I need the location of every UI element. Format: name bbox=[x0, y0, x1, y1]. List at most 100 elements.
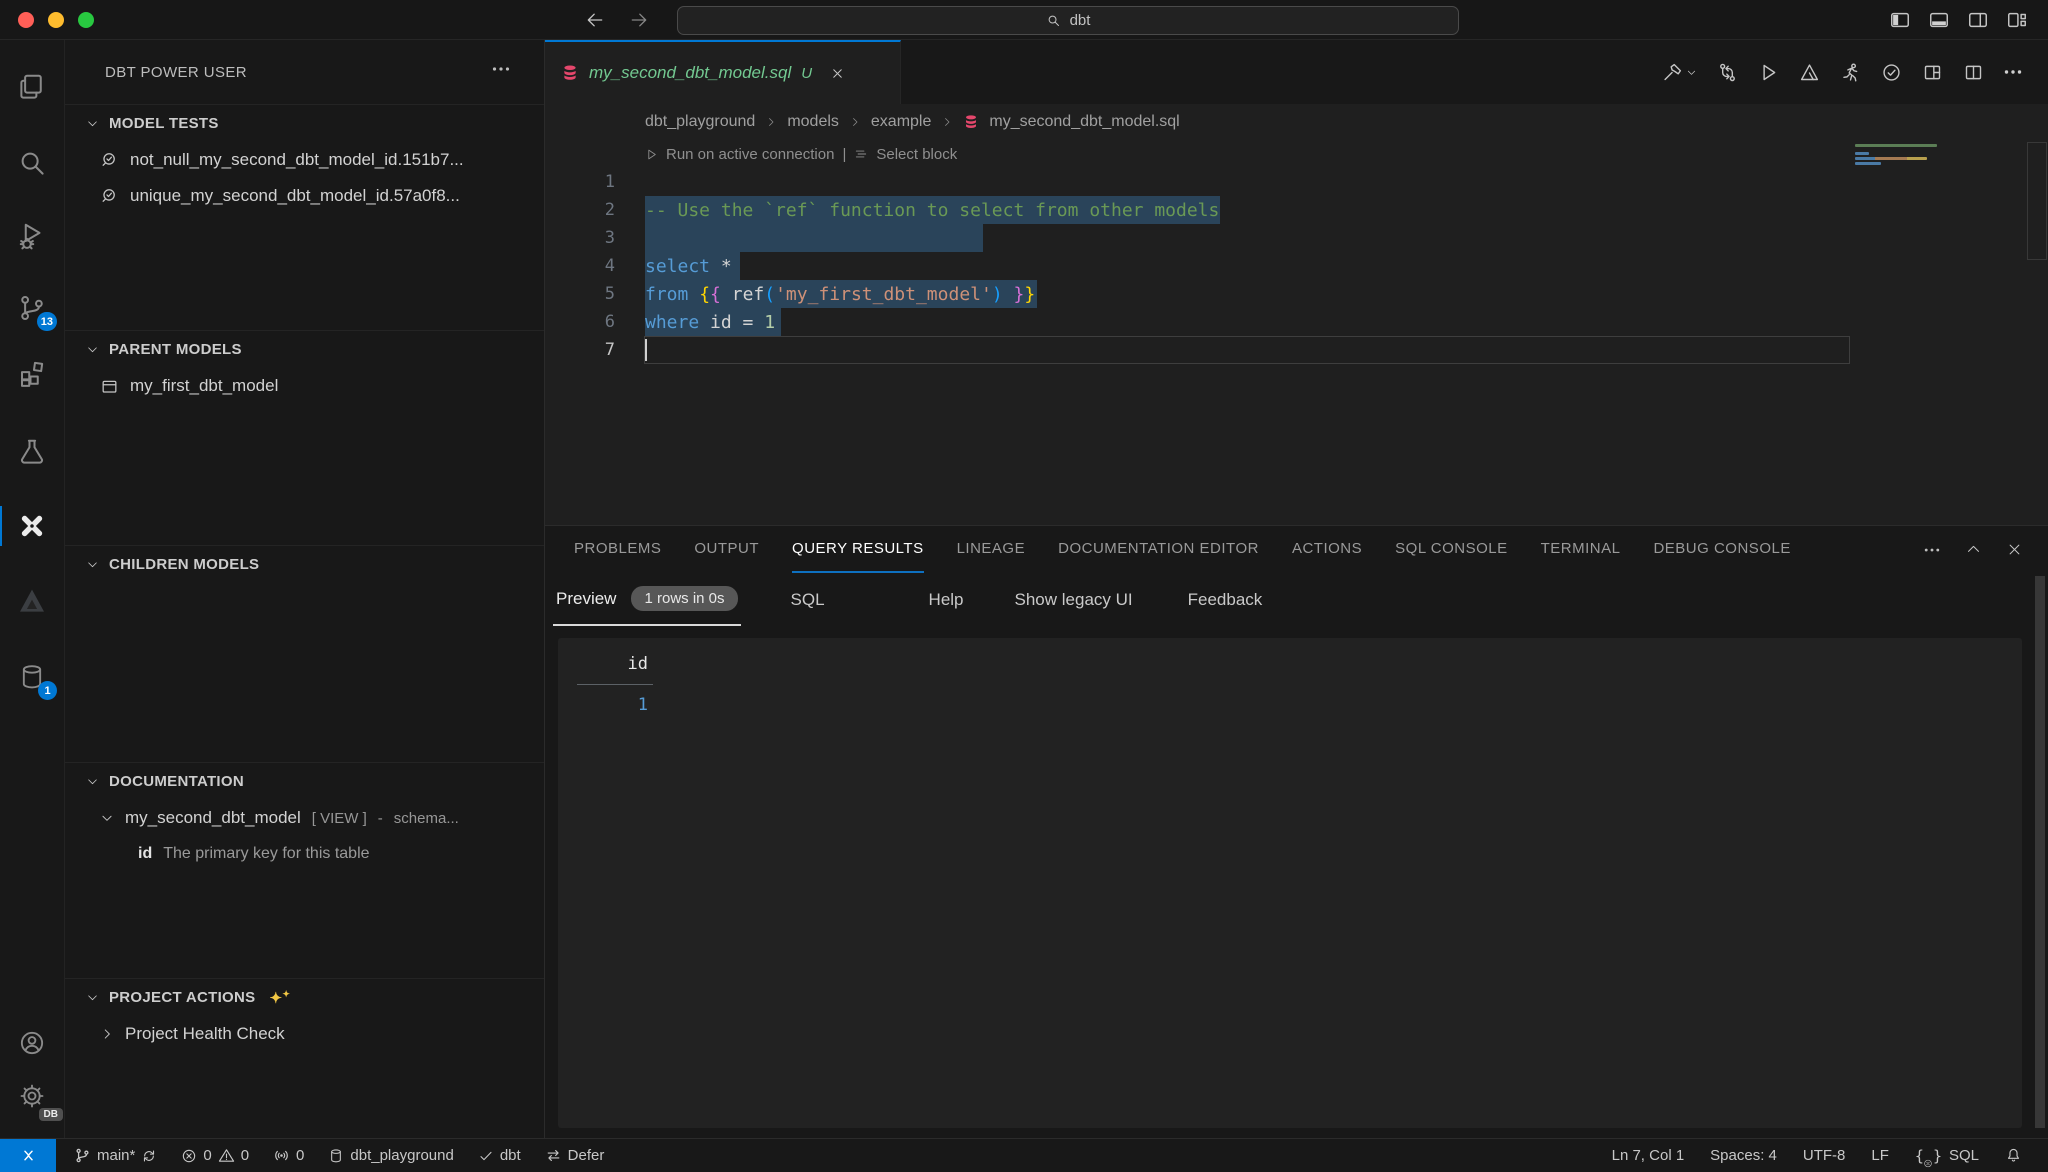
parent-model-item[interactable]: my_first_dbt_model bbox=[65, 368, 544, 404]
dbt-status[interactable]: dbt bbox=[478, 1147, 521, 1164]
chevron-down-icon bbox=[86, 343, 99, 356]
toggle-secondary-sidebar-icon[interactable] bbox=[1967, 9, 1989, 31]
customize-layout-icon[interactable] bbox=[2006, 9, 2028, 31]
minimap[interactable] bbox=[1855, 144, 1937, 167]
indentation-status[interactable]: Spaces: 4 bbox=[1710, 1147, 1777, 1164]
maximize-window-button[interactable] bbox=[78, 12, 94, 28]
editor-tab[interactable]: my_second_dbt_model.sql U bbox=[545, 40, 901, 104]
search-sidebar-icon[interactable] bbox=[0, 137, 64, 189]
tab-terminal[interactable]: TERMINAL bbox=[1541, 526, 1621, 573]
compare-lineage-button[interactable] bbox=[1717, 62, 1738, 83]
explorer-icon[interactable] bbox=[0, 61, 64, 113]
tab-lineage[interactable]: LINEAGE bbox=[957, 526, 1026, 573]
command-center-search[interactable]: dbt bbox=[677, 6, 1459, 35]
code-line[interactable]: 1 bbox=[545, 168, 2048, 196]
database-explorer-icon[interactable]: 1 bbox=[0, 651, 64, 703]
documentation-column-row[interactable]: id The primary key for this table bbox=[65, 836, 544, 872]
panel-tab-bar: PROBLEMS OUTPUT QUERY RESULTS LINEAGE DO… bbox=[545, 526, 2048, 573]
dbt-docs-button[interactable] bbox=[1799, 62, 1820, 83]
documentation-model-row[interactable]: my_second_dbt_model [ VIEW ] - schema... bbox=[65, 800, 544, 836]
split-editor-button[interactable] bbox=[1963, 62, 1984, 83]
subtab-help[interactable]: Help bbox=[929, 573, 964, 626]
model-test-item[interactable]: not_null_my_second_dbt_model_id.151b7... bbox=[65, 142, 544, 178]
code-line[interactable]: 2-- Use the `ref` function to select fro… bbox=[545, 196, 2048, 224]
sql-file-icon bbox=[963, 114, 979, 130]
breadcrumb-item[interactable]: dbt_playground bbox=[645, 113, 755, 131]
build-dbt-model-button[interactable] bbox=[1662, 62, 1697, 83]
code-line[interactable]: 3 bbox=[545, 224, 2048, 252]
overview-ruler[interactable] bbox=[2027, 142, 2047, 260]
model-test-item[interactable]: unique_my_second_dbt_model_id.57a0f8... bbox=[65, 178, 544, 214]
maximize-panel-icon[interactable] bbox=[1966, 542, 1981, 557]
eol-status[interactable]: LF bbox=[1871, 1147, 1889, 1164]
encoding-status[interactable]: UTF-8 bbox=[1803, 1147, 1846, 1164]
forwarded-ports-status[interactable]: 0 bbox=[273, 1147, 304, 1164]
code-line[interactable]: 4select * bbox=[545, 252, 2048, 280]
code-line[interactable]: 6where id = 1 bbox=[545, 308, 2048, 336]
run-model-runner-button[interactable] bbox=[1840, 62, 1861, 83]
codelens-select-block-link[interactable]: Select block bbox=[876, 146, 957, 163]
panel-scrollbar[interactable] bbox=[2035, 576, 2045, 1128]
breadcrumb-item[interactable]: my_second_dbt_model.sql bbox=[989, 113, 1179, 131]
tab-debug-console[interactable]: DEBUG CONSOLE bbox=[1653, 526, 1790, 573]
toggle-primary-sidebar-icon[interactable] bbox=[1889, 9, 1911, 31]
testing-icon[interactable] bbox=[0, 426, 64, 478]
navigate-back-icon[interactable] bbox=[585, 10, 605, 30]
section-header-documentation[interactable]: DOCUMENTATION bbox=[65, 763, 544, 800]
source-control-badge: 13 bbox=[37, 312, 57, 331]
notifications-bell-icon[interactable] bbox=[2005, 1147, 2022, 1164]
run-and-debug-icon[interactable] bbox=[0, 210, 64, 262]
tab-query-results[interactable]: QUERY RESULTS bbox=[792, 526, 924, 573]
toggle-panel-icon[interactable] bbox=[1928, 9, 1950, 31]
open-panel-layout-button[interactable] bbox=[1922, 62, 1943, 83]
subtab-preview[interactable]: Preview 1 rows in 0s bbox=[553, 573, 741, 626]
section-header-parent-models[interactable]: PARENT MODELS bbox=[65, 331, 544, 368]
execute-dbt-model-button[interactable] bbox=[1758, 62, 1779, 83]
language-mode-status[interactable]: { } SQL bbox=[1915, 1147, 1979, 1165]
sidebar-title: DBT POWER USER bbox=[105, 64, 247, 81]
test-model-button[interactable] bbox=[1881, 62, 1902, 83]
breadcrumb-item[interactable]: example bbox=[871, 113, 931, 131]
code-area[interactable]: 1 2-- Use the `ref` function to select f… bbox=[545, 168, 2048, 364]
settings-gear-icon[interactable]: DB bbox=[0, 1070, 64, 1122]
panel-more-actions-icon[interactable] bbox=[1924, 547, 1940, 553]
tab-problems[interactable]: PROBLEMS bbox=[574, 526, 661, 573]
source-control-icon[interactable]: 13 bbox=[0, 282, 64, 334]
dbt-power-user-icon[interactable] bbox=[0, 500, 64, 552]
accounts-icon[interactable] bbox=[0, 1017, 64, 1069]
section-header-model-tests[interactable]: MODEL TESTS bbox=[65, 105, 544, 142]
close-window-button[interactable] bbox=[18, 12, 34, 28]
code-line[interactable]: 5from {{ ref('my_first_dbt_model') }} bbox=[545, 280, 2048, 308]
defer-toggle[interactable]: Defer bbox=[545, 1147, 605, 1164]
section-header-project-actions[interactable]: PROJECT ACTIONS ✦✦ bbox=[65, 979, 544, 1016]
close-panel-icon[interactable] bbox=[2007, 542, 2022, 557]
sync-icon bbox=[141, 1148, 157, 1164]
model-window-icon bbox=[100, 377, 119, 396]
codelens-run-link[interactable]: Run on active connection bbox=[666, 146, 834, 163]
minimize-window-button[interactable] bbox=[48, 12, 64, 28]
cursor-position-status[interactable]: Ln 7, Col 1 bbox=[1612, 1147, 1685, 1164]
navigate-forward-icon[interactable] bbox=[629, 10, 649, 30]
extensions-icon[interactable] bbox=[0, 348, 64, 400]
sql-file-icon bbox=[561, 64, 579, 82]
subtab-feedback[interactable]: Feedback bbox=[1188, 573, 1263, 626]
tab-actions[interactable]: ACTIONS bbox=[1292, 526, 1362, 573]
problems-status[interactable]: 0 0 bbox=[181, 1147, 249, 1164]
remote-indicator[interactable] bbox=[0, 1139, 56, 1172]
editor-more-actions-icon[interactable] bbox=[2004, 69, 2022, 75]
tab-sql-console[interactable]: SQL CONSOLE bbox=[1395, 526, 1507, 573]
tab-output[interactable]: OUTPUT bbox=[694, 526, 759, 573]
sidebar-more-icon[interactable] bbox=[492, 66, 510, 72]
tab-close-icon[interactable] bbox=[830, 66, 845, 81]
tab-documentation-editor[interactable]: DOCUMENTATION EDITOR bbox=[1058, 526, 1259, 573]
git-branch-status[interactable]: main* bbox=[74, 1147, 157, 1164]
dbt-power-user-sidebar: DBT POWER USER MODEL TESTS not_null_my_s… bbox=[65, 40, 545, 1138]
project-health-check-item[interactable]: Project Health Check bbox=[65, 1016, 544, 1052]
section-header-children-models[interactable]: CHILDREN MODELS bbox=[65, 546, 544, 583]
code-line[interactable]: 7 bbox=[545, 336, 2048, 364]
subtab-sql[interactable]: SQL bbox=[791, 573, 825, 626]
breadcrumb-item[interactable]: models bbox=[787, 113, 839, 131]
subtab-show-legacy-ui[interactable]: Show legacy UI bbox=[1015, 573, 1133, 626]
dbt-logo-icon[interactable] bbox=[0, 575, 64, 627]
active-database-status[interactable]: dbt_playground bbox=[328, 1147, 453, 1164]
